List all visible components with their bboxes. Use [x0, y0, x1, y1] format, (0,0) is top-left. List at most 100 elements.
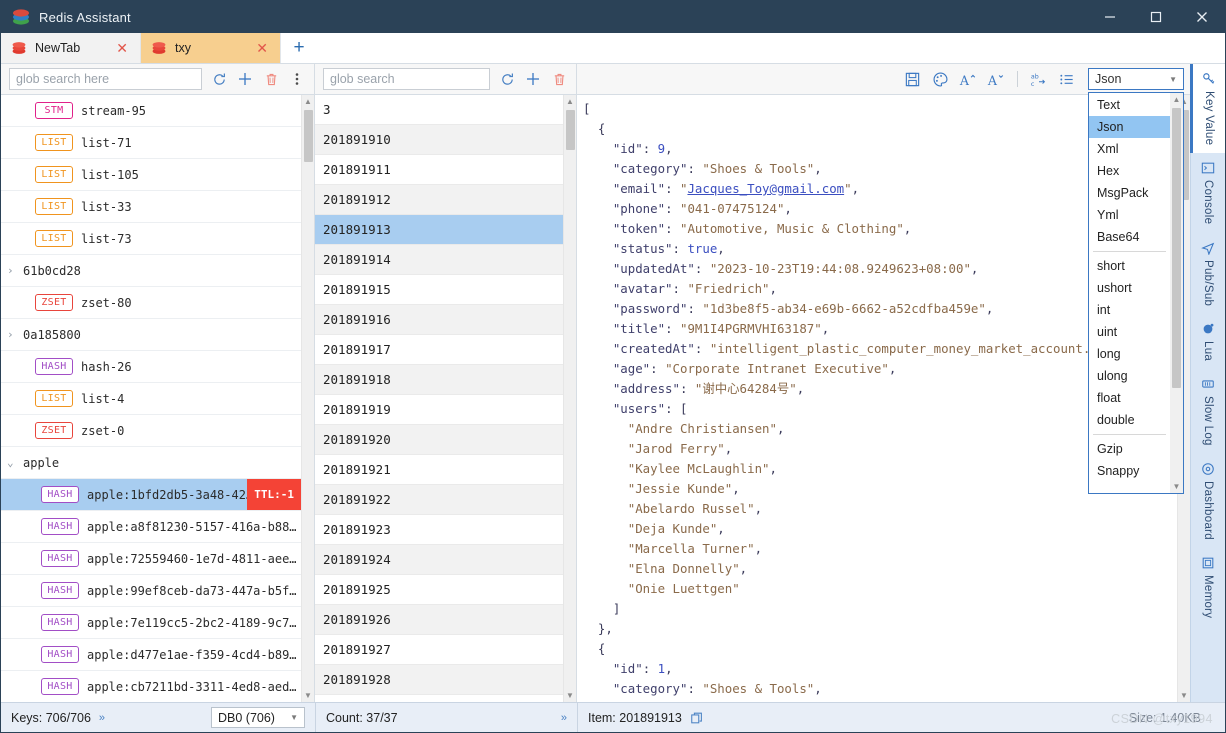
scroll-up-icon[interactable]: ▲ — [304, 95, 312, 108]
plus-icon[interactable] — [232, 67, 258, 91]
chevron-double-down-icon[interactable]: » — [561, 712, 567, 724]
close-icon[interactable]: ✕ — [112, 41, 132, 55]
format-select[interactable]: Json ▼ — [1088, 68, 1184, 90]
scroll-down-icon[interactable]: ▼ — [1180, 689, 1188, 702]
values-list[interactable]: 3201891910201891911201891912201891913201… — [315, 95, 563, 702]
refresh-icon[interactable] — [206, 67, 232, 91]
scroll-thumb[interactable] — [1172, 108, 1181, 388]
sidetab-lua[interactable]: Lua — [1191, 314, 1225, 369]
scroll-thumb[interactable] — [566, 110, 575, 150]
value-row[interactable]: 201891912 — [315, 185, 563, 215]
format-dropdown[interactable]: TextJsonXmlHexMsgPackYmlBase64shortushor… — [1088, 92, 1184, 494]
key-row[interactable]: HASHapple:7e119cc5-2bc2-4189-9c7e… — [1, 607, 301, 639]
format-option-xml[interactable]: Xml — [1089, 138, 1170, 160]
json-content[interactable]: [ { "id": 9, "category": "Shoes & Tools"… — [577, 95, 1177, 702]
key-row[interactable]: HASHapple:a8f81230-5157-416a-b885… — [1, 511, 301, 543]
sidetab-console[interactable]: Console — [1191, 153, 1225, 232]
value-row[interactable]: 201891916 — [315, 305, 563, 335]
scroll-up-icon[interactable]: ▲ — [1173, 93, 1181, 106]
chevron-double-down-icon[interactable]: » — [99, 712, 105, 724]
value-row[interactable]: 201891922 — [315, 485, 563, 515]
value-row[interactable]: 201891917 — [315, 335, 563, 365]
format-option-yml[interactable]: Yml — [1089, 204, 1170, 226]
key-row[interactable]: LISTlist-73 — [1, 223, 301, 255]
key-row[interactable]: LISTlist-105 — [1, 159, 301, 191]
format-dropdown-list[interactable]: TextJsonXmlHexMsgPackYmlBase64shortushor… — [1089, 93, 1170, 493]
value-row[interactable]: 201891925 — [315, 575, 563, 605]
sidetab-key-value[interactable]: Key Value — [1190, 64, 1225, 153]
key-row[interactable]: HASHapple:cb7211bd-3311-4ed8-aed9… — [1, 671, 301, 702]
maximize-button[interactable] — [1133, 1, 1179, 33]
value-row[interactable]: 201891913 — [315, 215, 563, 245]
value-row[interactable]: 201891911 — [315, 155, 563, 185]
font-down-icon[interactable]: A — [983, 67, 1009, 91]
scroll-down-icon[interactable]: ▼ — [566, 689, 574, 702]
plus-icon[interactable] — [520, 67, 546, 91]
key-row[interactable]: HASHapple:d477e1ae-f359-4cd4-b895… — [1, 639, 301, 671]
tab-txy[interactable]: txy ✕ — [141, 33, 281, 63]
key-row[interactable]: HASHapple:1bfd2db5-3a48-42…TTL:-1 — [1, 479, 301, 511]
floppy-disk-icon[interactable] — [899, 67, 925, 91]
format-option-hex[interactable]: Hex — [1089, 160, 1170, 182]
chevron-right-icon[interactable]: › — [7, 328, 23, 341]
value-row[interactable]: 201891918 — [315, 365, 563, 395]
value-row[interactable]: 201891923 — [315, 515, 563, 545]
value-row[interactable]: 201891914 — [315, 245, 563, 275]
key-row[interactable]: HASHapple:72559460-1e7d-4811-aeee… — [1, 543, 301, 575]
format-option-json[interactable]: Json — [1089, 116, 1170, 138]
close-button[interactable] — [1179, 1, 1225, 33]
format-option-ulong[interactable]: ulong — [1089, 365, 1170, 387]
sidetab-slow-log[interactable]: Slow Log — [1191, 369, 1225, 454]
scroll-down-icon[interactable]: ▼ — [304, 689, 312, 702]
key-row[interactable]: HASHapple:99ef8ceb-da73-447a-b5f8… — [1, 575, 301, 607]
add-tab-button[interactable]: + — [281, 33, 317, 63]
format-option-double[interactable]: double — [1089, 409, 1170, 431]
key-group-row[interactable]: ⌄apple — [1, 447, 301, 479]
keys-list[interactable]: STMstream-95LISTlist-71LISTlist-105LISTl… — [1, 95, 301, 702]
trash-icon[interactable] — [546, 67, 572, 91]
value-row[interactable]: 201891910 — [315, 125, 563, 155]
value-row[interactable]: 201891919 — [315, 395, 563, 425]
value-row[interactable]: 201891924 — [315, 545, 563, 575]
key-row[interactable]: LISTlist-71 — [1, 127, 301, 159]
font-up-icon[interactable]: A — [955, 67, 981, 91]
email-link[interactable]: Jacques_Toy@gmail.com — [687, 181, 844, 196]
close-icon[interactable]: ✕ — [252, 41, 272, 55]
key-group-row[interactable]: ›61b0cd28 — [1, 255, 301, 287]
value-row[interactable]: 3 — [315, 95, 563, 125]
scroll-down-icon[interactable]: ▼ — [1173, 480, 1181, 493]
copy-icon[interactable] — [690, 711, 704, 725]
palette-icon[interactable] — [927, 67, 953, 91]
format-option-msgpack[interactable]: MsgPack — [1089, 182, 1170, 204]
key-row[interactable]: STMstream-95 — [1, 95, 301, 127]
key-row[interactable]: ZSETzset-80 — [1, 287, 301, 319]
format-dropdown-scrollbar[interactable]: ▲ ▼ — [1170, 93, 1183, 493]
key-row[interactable]: LISTlist-33 — [1, 191, 301, 223]
format-option-uint[interactable]: uint — [1089, 321, 1170, 343]
refresh-icon[interactable] — [494, 67, 520, 91]
format-option-base64[interactable]: Base64 — [1089, 226, 1170, 248]
value-row[interactable]: 201891927 — [315, 635, 563, 665]
trash-icon[interactable] — [258, 67, 284, 91]
values-search-input[interactable]: glob search — [323, 68, 490, 90]
chevron-down-icon[interactable]: ⌄ — [7, 456, 23, 469]
keys-scrollbar[interactable]: ▲ ▼ — [301, 95, 314, 702]
key-row[interactable]: ZSETzset-0 — [1, 415, 301, 447]
sidetab-dashboard[interactable]: Dashboard — [1191, 454, 1225, 548]
email-link[interactable]: Jacques_Toy@gmail.com — [687, 701, 844, 702]
format-option-ushort[interactable]: ushort — [1089, 277, 1170, 299]
key-row[interactable]: LISTlist-4 — [1, 383, 301, 415]
value-row[interactable]: 201891921 — [315, 455, 563, 485]
format-option-int[interactable]: int — [1089, 299, 1170, 321]
minimize-button[interactable] — [1087, 1, 1133, 33]
format-option-snappy[interactable]: Snappy — [1089, 460, 1170, 482]
value-row[interactable]: 201891926 — [315, 605, 563, 635]
values-scrollbar[interactable]: ▲ ▼ — [563, 95, 576, 702]
value-row[interactable]: 201891928 — [315, 665, 563, 695]
chevron-right-icon[interactable]: › — [7, 264, 23, 277]
key-row[interactable]: HASHhash-26 — [1, 351, 301, 383]
format-option-gzip[interactable]: Gzip — [1089, 438, 1170, 460]
scroll-up-icon[interactable]: ▲ — [566, 95, 574, 108]
format-option-text[interactable]: Text — [1089, 94, 1170, 116]
value-row[interactable]: 201891915 — [315, 275, 563, 305]
